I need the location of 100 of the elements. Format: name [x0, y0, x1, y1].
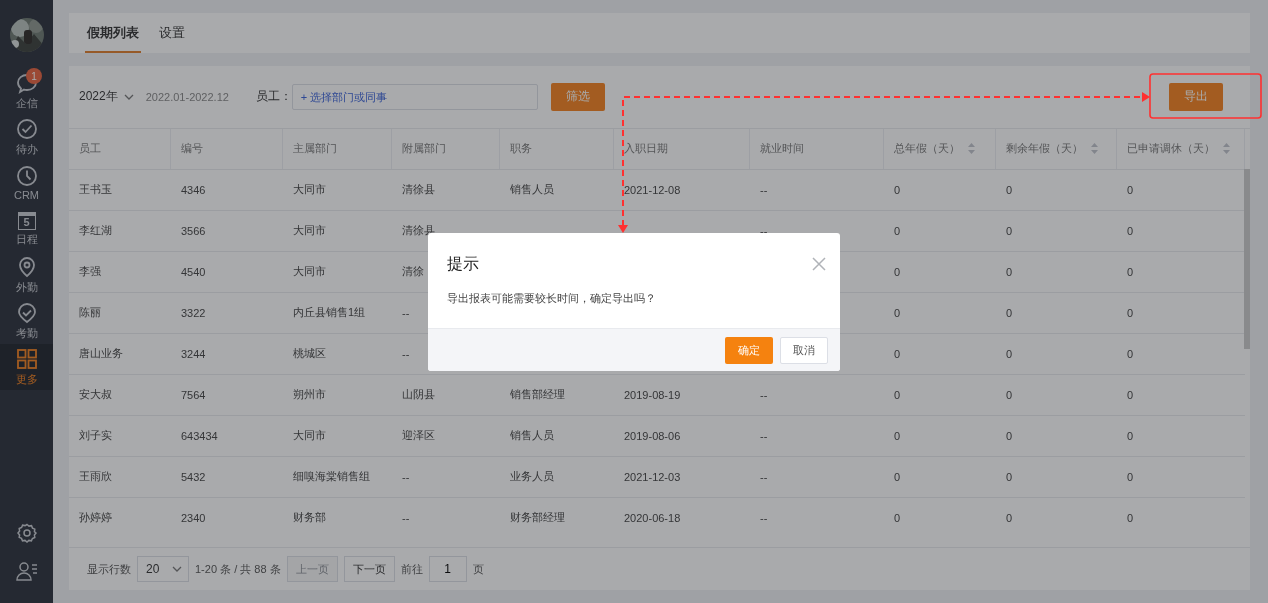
table-cell: 财务部	[293, 510, 326, 526]
table-cell: 李强	[79, 264, 101, 280]
table-cell: 2021-12-03	[624, 470, 681, 483]
year-dropdown[interactable]: 2022年	[79, 88, 134, 106]
table-cell: 内丘县销售1组	[293, 305, 366, 321]
chevron-down-icon	[172, 566, 182, 573]
table-cell: 0	[1127, 306, 1134, 319]
table-cell: 0	[1127, 347, 1134, 360]
page-number-field[interactable]: 1	[428, 556, 467, 583]
dialog-title: 提示	[447, 253, 479, 274]
confirm-button[interactable]: 确定	[725, 336, 773, 364]
table-cell: 财务部经理	[510, 510, 565, 526]
table-cell: 王书玉	[79, 182, 112, 198]
sort-icon[interactable]	[1091, 143, 1098, 155]
employee-field[interactable]: + 选择部门或同事	[291, 83, 538, 110]
table-cell: --	[402, 306, 410, 319]
table-cell: 陈丽	[79, 305, 101, 321]
table-cell: 3322	[181, 306, 206, 319]
table-cell: 0	[894, 265, 901, 278]
table-cell: 0	[1127, 388, 1134, 401]
calendar-icon: 5	[17, 211, 36, 230]
table-cell: 大同市	[293, 223, 326, 239]
sidebar-item[interactable]: 外勤	[0, 252, 53, 298]
table-cell: 销售部经理	[510, 387, 565, 403]
table-cell: 0	[1006, 306, 1013, 319]
table-cell: 0	[894, 388, 901, 401]
table-cell: 0	[1127, 429, 1134, 442]
rows-per-page-label: 显示行数	[87, 561, 131, 577]
notification-badge: 1	[26, 68, 42, 84]
column-header: 总年假（天）	[884, 128, 996, 169]
table-cell: 业务人员	[510, 469, 554, 485]
column-header: 就业时间	[750, 128, 884, 169]
table-cell: 桃城区	[293, 346, 326, 362]
column-header: 员工	[69, 128, 171, 169]
table-cell: 销售人员	[510, 182, 554, 198]
settings-icon[interactable]	[16, 523, 37, 543]
table-cell: 迎泽区	[402, 428, 435, 444]
table-cell: 4540	[181, 265, 206, 278]
chevron-down-icon	[123, 93, 134, 100]
tab[interactable]: 假期列表	[85, 24, 141, 53]
sidebar-item[interactable]: 考勤	[0, 298, 53, 344]
table-cell: 0	[1127, 470, 1134, 483]
badge-check-icon	[15, 301, 38, 324]
table-cell: 2019-08-06	[624, 429, 681, 442]
table-cell: 唐山业务	[79, 346, 123, 362]
table-cell: 大同市	[293, 264, 326, 280]
table-cell: 朔州市	[293, 387, 326, 403]
sort-icon[interactable]	[968, 143, 975, 155]
tab[interactable]: 设置	[157, 24, 187, 53]
sidebar-item[interactable]: 企信 1	[0, 68, 53, 114]
sidebar-item[interactable]: 待办	[0, 114, 53, 160]
cancel-button[interactable]: 取消	[780, 336, 828, 364]
table-cell: --	[402, 470, 410, 483]
page-summary: 1-20 条 / 共 88 条	[195, 561, 281, 577]
column-header: 职务	[500, 128, 614, 169]
table-cell: 0	[894, 306, 901, 319]
table-cell: --	[760, 183, 768, 196]
sidebar-item[interactable]: 更多	[0, 344, 53, 390]
check-circle-icon	[15, 117, 38, 140]
column-header: 编号	[171, 128, 283, 169]
table-cell: 2020-06-18	[624, 511, 681, 524]
table-cell: 3566	[181, 224, 206, 237]
table-cell: 0	[894, 347, 901, 360]
table-cell: 细嗅海棠销售组	[293, 469, 370, 485]
table-cell: 2019-08-19	[624, 388, 681, 401]
table-cell: 0	[1006, 511, 1013, 524]
sort-icon[interactable]	[1223, 143, 1230, 155]
table-cell: 2021-12-08	[624, 183, 681, 196]
page-size-dropdown[interactable]: 20	[137, 556, 189, 583]
export-button[interactable]: 导出	[1169, 82, 1223, 111]
close-icon[interactable]	[812, 257, 826, 271]
table-cell: --	[760, 388, 768, 401]
sidebar-item[interactable]: 5 日程	[0, 206, 53, 252]
table-cell: --	[760, 224, 768, 237]
dialog-message: 导出报表可能需要较长时间，确定导出吗？	[446, 291, 657, 306]
table-cell: 0	[894, 183, 901, 196]
filter-button[interactable]: 筛选	[550, 82, 605, 111]
table-cell: 3244	[181, 347, 206, 360]
date-range: 2022.01-2022.12	[145, 90, 230, 103]
table-cell: --	[760, 470, 768, 483]
table-cell: 安大叔	[79, 387, 112, 403]
table-cell: 0	[1006, 265, 1013, 278]
table-cell: 7564	[181, 388, 206, 401]
column-header: 附属部门	[392, 128, 500, 169]
table-cell: 0	[1127, 511, 1134, 524]
table-cell: 山阴县	[402, 387, 435, 403]
user-list-icon[interactable]	[15, 561, 38, 581]
table-cell: 销售人员	[510, 428, 554, 444]
table-cell: 王雨欣	[79, 469, 112, 485]
column-header: 剩余年假（天）	[996, 128, 1117, 169]
grid-icon	[15, 347, 38, 370]
table-cell: --	[760, 511, 768, 524]
clock-icon	[15, 165, 38, 187]
table-cell: 643434	[181, 429, 218, 442]
next-page-button[interactable]: 下一页	[343, 556, 395, 583]
table-cell: 李红湖	[79, 223, 112, 239]
sidebar-item[interactable]: CRM	[0, 160, 53, 206]
table-cell: 大同市	[293, 428, 326, 444]
table-cell: 孙婷婷	[79, 510, 112, 526]
scrollbar[interactable]	[1244, 168, 1250, 349]
